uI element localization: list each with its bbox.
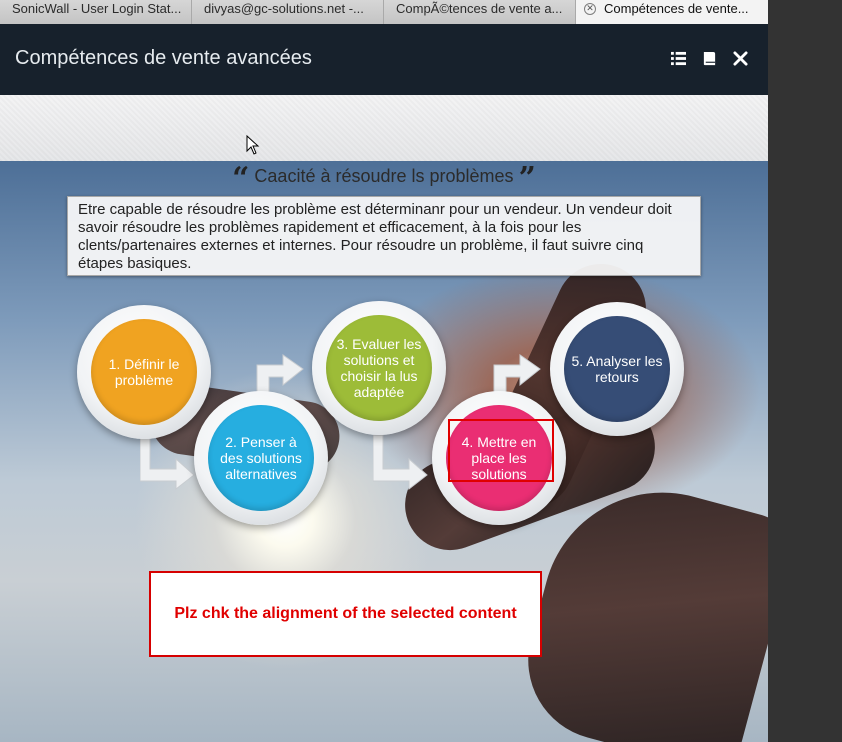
header-actions	[671, 51, 748, 66]
step-1-circle[interactable]: 1. Définir le problème	[77, 305, 211, 439]
step-2-circle[interactable]: 2. Penser à des solutions alternatives	[194, 391, 328, 525]
tab-competences-1[interactable]: CompÃ©tences de vente a...	[384, 0, 576, 24]
tab-label: CompÃ©tences de vente a...	[396, 1, 563, 16]
tab-label: SonicWall - User Login Stat...	[12, 1, 182, 16]
arrow-down-right-icon	[140, 431, 200, 491]
close-tab-icon[interactable]: ✕	[584, 3, 596, 15]
step-2-label: 2. Penser à des solutions alternatives	[208, 405, 314, 511]
course-title: Compétences de vente avancées	[15, 47, 312, 69]
tab-mail[interactable]: divyas@gc-solutions.net -...	[192, 0, 384, 24]
open-quote-mark: “	[232, 161, 250, 196]
list-icon[interactable]	[671, 51, 686, 66]
review-annotation-box: Plz chk the alignment of the selected co…	[149, 571, 542, 657]
step-1-label: 1. Définir le problème	[91, 319, 197, 425]
slide-title: “ Caacité à résoudre ls problèmes ”	[0, 161, 768, 196]
close-icon[interactable]	[733, 51, 748, 66]
tab-competences-active[interactable]: ✕ Compétences de vente...	[576, 0, 768, 24]
slide-title-text: Caacité à résoudre ls problèmes	[254, 166, 514, 186]
step-5-circle[interactable]: 5. Analyser les retours	[550, 302, 684, 436]
tab-sonicwall[interactable]: SonicWall - User Login Stat...	[0, 0, 192, 24]
window-gutter	[768, 0, 842, 742]
tab-label: divyas@gc-solutions.net -...	[204, 1, 364, 16]
course-header: Compétences de vente avancées	[0, 24, 768, 95]
step-3-label: 3. Evaluer les solutions et choisir la l…	[326, 315, 432, 421]
slide-description: Etre capable de résoudre les problème es…	[67, 196, 701, 276]
step-3-circle[interactable]: 3. Evaluer les solutions et choisir la l…	[312, 301, 446, 435]
slide-top-band	[0, 95, 768, 161]
step-5-label: 5. Analyser les retours	[564, 316, 670, 422]
mouse-cursor-icon	[246, 135, 260, 155]
selection-highlight-box	[448, 419, 554, 482]
close-quote-mark: ”	[518, 161, 536, 196]
book-icon[interactable]	[702, 51, 717, 66]
browser-tab-strip: SonicWall - User Login Stat... divyas@gc…	[0, 0, 768, 24]
slide-canvas: “ Caacité à résoudre ls problèmes ” Etre…	[0, 161, 768, 742]
arrow-down-right-icon	[373, 431, 433, 491]
review-annotation-text: Plz chk the alignment of the selected co…	[174, 605, 517, 622]
tab-label: Compétences de vente...	[604, 1, 749, 16]
